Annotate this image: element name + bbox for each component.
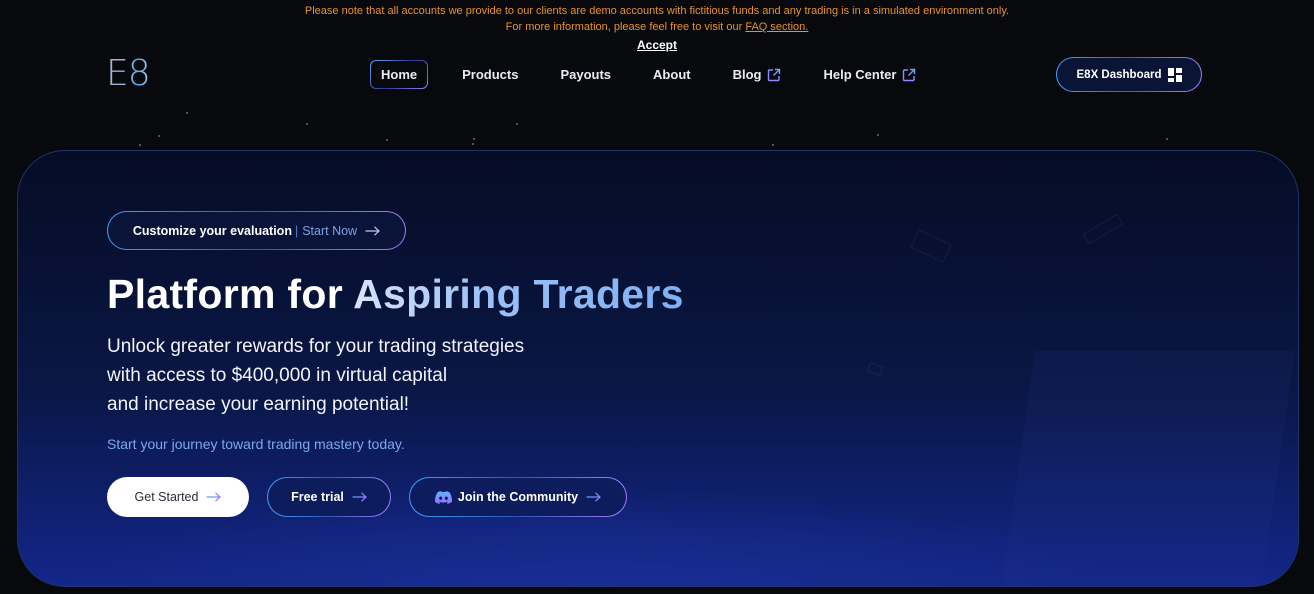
external-link-icon	[768, 68, 781, 81]
star-decoration	[472, 143, 474, 145]
hero-title: Platform for Aspiring Traders	[107, 271, 684, 317]
star-decoration	[186, 112, 188, 114]
notice-line-1: Please note that all accounts we provide…	[304, 5, 1010, 17]
accept-button[interactable]: Accept	[637, 38, 677, 52]
e8x-dashboard-button[interactable]: E8X Dashboard	[1056, 57, 1202, 92]
nav-products[interactable]: Products	[452, 60, 528, 89]
join-community-button[interactable]: Join the Community	[409, 477, 627, 517]
background-decoration	[1082, 213, 1124, 245]
star-decoration	[877, 134, 879, 136]
arrow-right-icon	[206, 492, 222, 502]
star-decoration	[386, 139, 388, 141]
get-started-button[interactable]: Get Started	[107, 477, 249, 517]
hero-actions: Get Started Free trial Join the Communit…	[107, 477, 627, 517]
nav-blog[interactable]: Blog	[723, 60, 792, 89]
star-decoration	[1166, 138, 1168, 140]
demo-notice: Please note that all accounts we provide…	[0, 3, 1314, 35]
accept-container: Accept	[0, 36, 1314, 54]
nav-about[interactable]: About	[643, 60, 701, 89]
free-trial-button[interactable]: Free trial	[267, 477, 391, 517]
nav-payouts[interactable]: Payouts	[550, 60, 621, 89]
background-decoration	[910, 229, 952, 263]
arrow-right-icon	[586, 492, 601, 502]
hero-subtitle: Unlock greater rewards for your trading …	[107, 336, 525, 415]
star-decoration	[306, 123, 308, 125]
star-decoration	[473, 138, 475, 140]
dashboard-grid-icon	[1167, 67, 1182, 82]
arrow-right-icon	[365, 225, 380, 236]
customize-evaluation-button[interactable]: Customize your evaluation | Start Now	[107, 211, 406, 250]
discord-icon	[434, 490, 452, 504]
background-decoration	[866, 361, 884, 377]
nav-home[interactable]: Home	[370, 60, 428, 89]
star-decoration	[158, 135, 160, 137]
external-link-icon	[903, 68, 916, 81]
notice-line-2: For more information, please feel free t…	[505, 21, 809, 33]
faq-link[interactable]: FAQ section.	[745, 21, 808, 33]
main-nav: Home Products Payouts About Blog Help Ce…	[370, 60, 926, 89]
background-decoration	[1001, 351, 1295, 586]
hero-tagline: Start your journey toward trading master…	[107, 436, 405, 452]
arrow-right-icon	[352, 492, 367, 502]
star-decoration	[772, 144, 774, 146]
nav-help-center[interactable]: Help Center	[813, 60, 926, 89]
star-decoration	[516, 123, 518, 125]
e8-logo[interactable]: E8	[106, 55, 151, 93]
star-decoration	[139, 144, 141, 146]
